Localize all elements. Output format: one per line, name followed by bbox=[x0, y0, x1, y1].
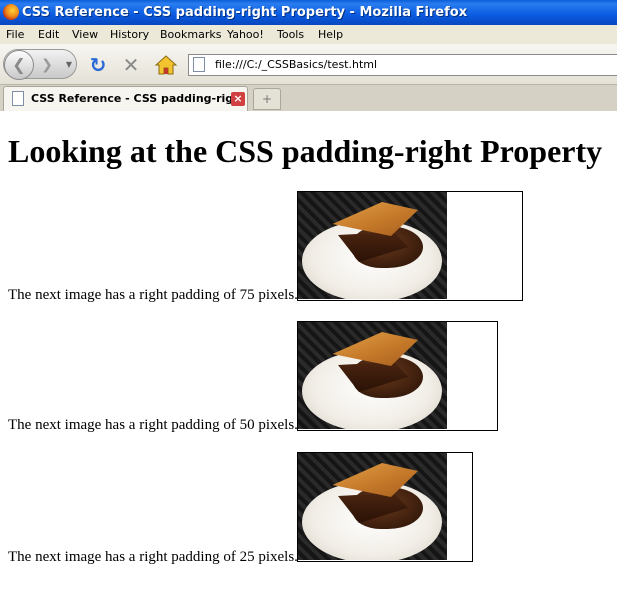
tab-strip: CSS Reference - CSS padding-rig... × + bbox=[0, 85, 617, 112]
address-bar[interactable]: file:///C:/_CSSBasics/test.html bbox=[188, 54, 617, 76]
navigation-toolbar: ❮ ❯ ▼ ↻ ✕ file:///C:/_CSSBasics/test.htm… bbox=[0, 44, 617, 85]
pie-photo bbox=[298, 453, 447, 560]
reload-button[interactable]: ↻ bbox=[87, 54, 109, 76]
row-caption: The next image has a right padding of 75… bbox=[8, 287, 298, 303]
home-icon bbox=[154, 55, 178, 75]
menu-help[interactable]: Help bbox=[318, 28, 343, 41]
new-tab-icon: + bbox=[261, 92, 273, 106]
menu-tools[interactable]: Tools bbox=[277, 28, 304, 41]
pie-photo bbox=[298, 192, 447, 299]
menu-bar: File Edit View History Bookmarks Yahoo! … bbox=[0, 25, 617, 44]
page-content: Looking at the CSS padding-right Propert… bbox=[0, 111, 617, 591]
menu-bookmarks[interactable]: Bookmarks bbox=[160, 28, 221, 41]
history-dropdown-button[interactable]: ▼ bbox=[63, 56, 75, 74]
menu-file[interactable]: File bbox=[6, 28, 24, 41]
tab-page-icon bbox=[12, 91, 24, 106]
padded-image-box bbox=[297, 321, 498, 431]
padded-image-box bbox=[297, 191, 523, 301]
home-button[interactable] bbox=[154, 54, 178, 76]
chevron-down-icon: ▼ bbox=[65, 60, 73, 69]
padded-image-box bbox=[297, 452, 473, 562]
back-arrow-icon: ❮ bbox=[12, 55, 26, 74]
window-title: CSS Reference - CSS padding-right Proper… bbox=[22, 5, 468, 20]
reload-icon: ↻ bbox=[89, 53, 107, 77]
menu-view[interactable]: View bbox=[72, 28, 98, 41]
address-input[interactable]: file:///C:/_CSSBasics/test.html bbox=[215, 58, 377, 71]
pie-photo bbox=[298, 322, 447, 429]
new-tab-button[interactable]: + bbox=[253, 88, 281, 110]
menu-edit[interactable]: Edit bbox=[38, 28, 59, 41]
menu-history[interactable]: History bbox=[110, 28, 149, 41]
forward-arrow-icon: ❯ bbox=[41, 57, 53, 73]
window-titlebar: CSS Reference - CSS padding-right Proper… bbox=[0, 0, 617, 25]
stop-button[interactable]: ✕ bbox=[120, 54, 142, 76]
row-caption: The next image has a right padding of 25… bbox=[8, 549, 298, 565]
back-button[interactable]: ❮ bbox=[4, 50, 34, 80]
page-heading: Looking at the CSS padding-right Propert… bbox=[8, 133, 603, 169]
menu-yahoo[interactable]: Yahoo! bbox=[227, 28, 264, 41]
tab-label: CSS Reference - CSS padding-rig... bbox=[31, 92, 246, 105]
page-icon bbox=[193, 57, 205, 72]
close-tab-icon[interactable]: × bbox=[231, 92, 245, 106]
forward-button[interactable]: ❯ bbox=[36, 56, 58, 74]
stop-icon: ✕ bbox=[122, 53, 140, 77]
tab-active[interactable]: CSS Reference - CSS padding-rig... × bbox=[3, 86, 248, 111]
firefox-logo-icon bbox=[3, 4, 19, 20]
row-caption: The next image has a right padding of 50… bbox=[8, 417, 298, 433]
